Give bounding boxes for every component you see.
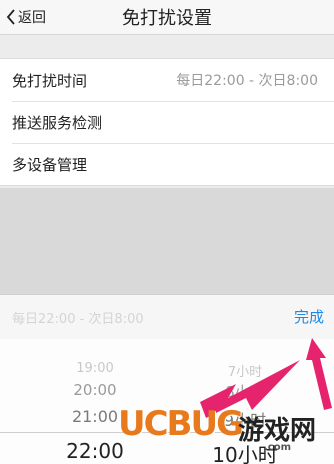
dim-overlay [0,188,334,294]
watermark-brand: UCBUG [118,404,244,444]
setting-label: 多设备管理 [12,155,88,174]
picker-summary: 每日22:00 - 次日8:00 [12,312,144,327]
picker-option[interactable]: 20:00 [45,381,145,399]
watermark-logo: UCBUG 游戏网 .com [118,400,330,460]
nav-bar: 返回 免打扰设置 [0,0,334,35]
done-button[interactable]: 完成 [294,306,324,327]
settings-list: 免打扰时间 每日22:00 - 次日8:00 推送服务检测 多设备管理 [0,58,334,186]
page-title: 免打扰设置 [122,8,212,29]
picker-option[interactable]: 7小时 [195,361,295,380]
setting-row-device-manage[interactable]: 多设备管理 [0,143,334,185]
setting-row-push-check[interactable]: 推送服务检测 [0,101,334,143]
section-gap [0,35,334,58]
setting-label: 免打扰时间 [12,71,88,90]
setting-row-dnd-time[interactable]: 免打扰时间 每日22:00 - 次日8:00 [0,59,334,101]
setting-value: 每日22:00 - 次日8:00 [176,73,318,89]
setting-label: 推送服务检测 [12,113,103,132]
picker-option[interactable]: 8小时 [195,381,295,402]
picker-toolbar: 每日22:00 - 次日8:00 完成 [0,294,334,340]
watermark-sub: .com [264,442,292,453]
picker-option[interactable]: 19:00 [45,361,145,376]
